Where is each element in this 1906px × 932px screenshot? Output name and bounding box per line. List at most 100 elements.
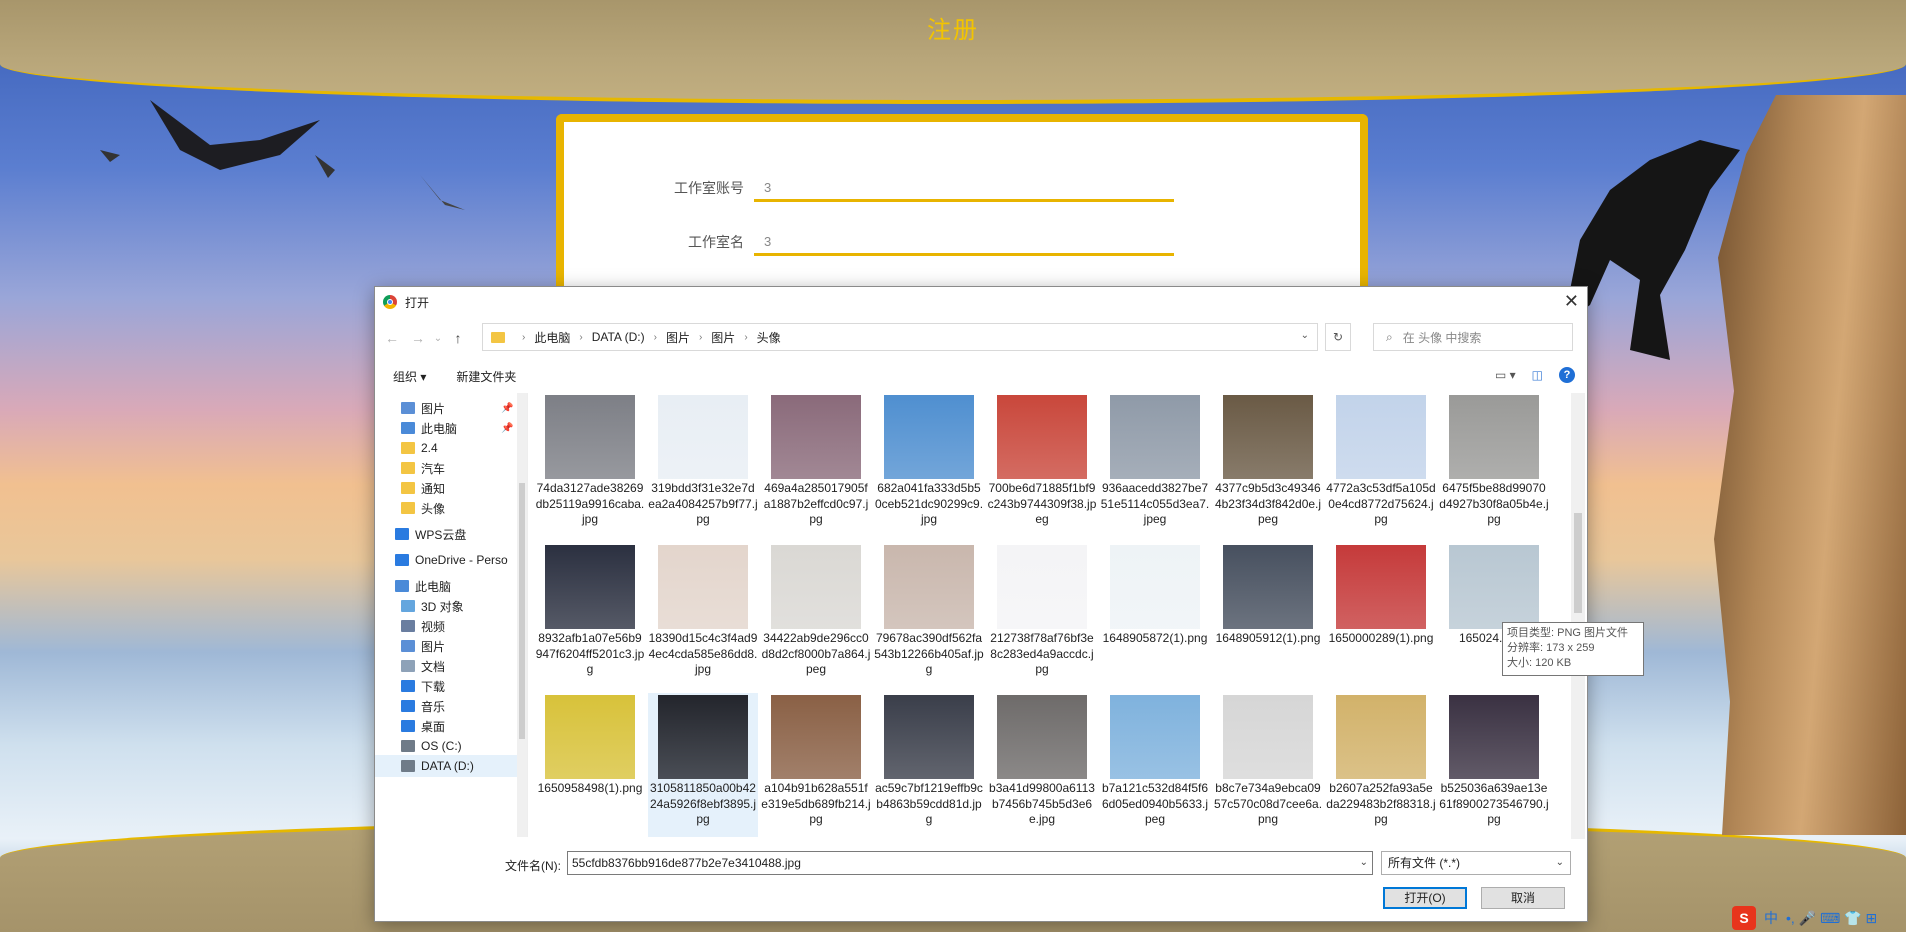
sidebar-item[interactable]: 头像 <box>375 497 527 519</box>
sidebar-item[interactable]: DATA (D:) <box>375 755 527 777</box>
file-name: 1648905872(1).png <box>1102 631 1208 645</box>
filename-input[interactable]: 55cfdb8376bb916de877b2e7e3410488.jpg ⌄ <box>567 851 1373 875</box>
file-name: 79678ac390df562fa543b12266b405af.jpg <box>874 631 984 676</box>
file-item[interactable]: ac59c7bf1219effb9cb4863b59cdd81d.jpg <box>874 693 984 837</box>
file-grid-scrollbar[interactable] <box>1571 393 1585 839</box>
file-item[interactable]: 3105811850a00b4224a5926f8ebf3895.jpg <box>648 693 758 837</box>
computer-icon <box>395 580 409 592</box>
chevron-down-icon[interactable]: ⌄ <box>1360 852 1368 874</box>
sidebar-item[interactable]: 图片 <box>375 635 527 657</box>
navigation-scrollbar[interactable] <box>517 393 527 837</box>
file-item[interactable]: 682a041fa333d5b50ceb521dc90299c9.jpg <box>874 393 984 539</box>
sidebar-item[interactable]: 2.4 <box>375 437 527 459</box>
file-item[interactable]: 1650958498(1).png <box>535 693 645 837</box>
ime-language[interactable]: 中 <box>1764 908 1778 928</box>
sidebar-item[interactable]: 文档 <box>375 655 527 677</box>
dialog-toolbar: 组织 ▾ 新建文件夹 ▭ ▾ ◫ ? <box>375 361 1587 391</box>
back-button[interactable]: ← <box>379 330 405 346</box>
breadcrumb-pictures-2[interactable]: 图片 <box>711 329 735 346</box>
recent-locations-button[interactable]: ⌄ <box>431 333 445 344</box>
file-item[interactable]: a104b91b628a551fe319e5db689fb214.jpg <box>761 693 871 837</box>
file-item[interactable]: 79678ac390df562fa543b12266b405af.jpg <box>874 543 984 689</box>
studio-name-input[interactable]: 3 <box>754 228 1174 256</box>
close-button[interactable]: ✕ <box>1564 291 1579 312</box>
file-item[interactable]: 8932afb1a07e56b9947f6204ff5201c3.jpg <box>535 543 645 689</box>
ime-tools[interactable]: •, 🎤 ⌨ 👕 ⊞ <box>1786 910 1877 927</box>
file-thumbnail <box>1449 545 1539 629</box>
register-form-card: 工作室账号 3 工作室名 3 <box>556 114 1368 302</box>
eagle-birds-illustration <box>100 100 465 210</box>
up-button[interactable]: ↑ <box>445 330 471 346</box>
file-item[interactable]: 4377c9b5d3c493464b23f34d3f842d0e.jpeg <box>1213 393 1323 539</box>
sidebar-item-label: 下载 <box>421 679 446 694</box>
sidebar-item[interactable]: 汽车 <box>375 457 527 479</box>
file-name: 74da3127ade38269db25119a9916caba.jpg <box>535 481 645 526</box>
chevron-down-icon[interactable]: ⌄ <box>1301 330 1309 341</box>
sidebar-item[interactable]: 下载 <box>375 675 527 697</box>
sogou-logo-icon[interactable]: S <box>1732 906 1756 930</box>
file-item[interactable]: b7a121c532d84f5f66d05ed0940b5633.jpeg <box>1100 693 1210 837</box>
file-tooltip: 项目类型: PNG 图片文件 分辨率: 173 x 259 大小: 120 KB <box>1502 622 1644 676</box>
sidebar-item[interactable]: 此电脑 📌 <box>375 417 527 439</box>
file-item[interactable]: 74da3127ade38269db25119a9916caba.jpg <box>535 393 645 539</box>
music-icon <box>401 700 415 712</box>
file-item[interactable]: 6475f5be88d99070d4927b30f8a05b4e.jpg <box>1439 393 1549 539</box>
file-item[interactable]: b2607a252fa93a5eda229483b2f88318.jpg <box>1326 693 1436 837</box>
file-item[interactable]: 212738f78af76bf3e8c283ed4a9accdc.jpg <box>987 543 1097 689</box>
sidebar-item[interactable]: 音乐 <box>375 695 527 717</box>
file-item[interactable]: 18390d15c4c3f4ad94ec4cda585e86dd8.jpg <box>648 543 758 689</box>
file-item[interactable]: 936aacedd3827be751e5114c055d3ea7.jpeg <box>1100 393 1210 539</box>
search-input[interactable]: ⌕ 在 头像 中搜索 <box>1373 323 1573 351</box>
breadcrumb-pictures-1[interactable]: 图片 <box>666 329 690 346</box>
sidebar-item[interactable]: 视频 <box>375 615 527 637</box>
folder-icon <box>401 462 415 474</box>
file-item[interactable]: 1648905872(1).png <box>1100 543 1210 689</box>
file-thumbnail <box>658 545 748 629</box>
view-options-icon[interactable]: ▭ ▾ <box>1495 368 1516 382</box>
address-bar[interactable]: › 此电脑 › DATA (D:) › 图片 › 图片 › 头像 ⌄ <box>482 323 1318 351</box>
file-name: 4772a3c53df5a105d0e4cd8772d75624.jpg <box>1326 481 1436 526</box>
new-folder-button[interactable]: 新建文件夹 <box>456 368 516 385</box>
file-item[interactable]: 319bdd3f31e32e7dea2a4084257b9f77.jpg <box>648 393 758 539</box>
refresh-button[interactable]: ↻ <box>1325 323 1351 351</box>
file-name: 8932afb1a07e56b9947f6204ff5201c3.jpg <box>535 631 645 676</box>
file-name: 212738f78af76bf3e8c283ed4a9accdc.jpg <box>990 631 1094 676</box>
help-icon[interactable]: ? <box>1559 367 1575 383</box>
file-item[interactable]: 700be6d71885f1bf9c243b9744309f38.jpeg <box>987 393 1097 539</box>
file-name: b525036a639ae13e61f8900273546790.jpg <box>1439 781 1549 826</box>
organize-menu[interactable]: 组织 ▾ <box>393 368 426 385</box>
cancel-button[interactable]: 取消 <box>1481 887 1565 909</box>
breadcrumb-data-d[interactable]: DATA (D:) <box>592 330 645 344</box>
file-thumbnail <box>997 395 1087 479</box>
breadcrumb-this-pc[interactable]: 此电脑 <box>534 329 570 346</box>
sidebar-item[interactable]: 通知 <box>375 477 527 499</box>
file-thumbnail <box>545 695 635 779</box>
forward-button[interactable]: → <box>405 330 431 346</box>
sidebar-item[interactable]: WPS云盘 <box>375 523 527 545</box>
file-item[interactable]: b8c7e734a9ebca0957c570c08d7cee6a.png <box>1213 693 1323 837</box>
file-item[interactable]: 1650000289(1).png <box>1326 543 1436 689</box>
file-item[interactable]: b525036a639ae13e61f8900273546790.jpg <box>1439 693 1549 837</box>
preview-pane-icon[interactable]: ◫ <box>1532 368 1543 382</box>
file-item[interactable]: 1648905912(1).png <box>1213 543 1323 689</box>
sidebar-item[interactable]: 3D 对象 <box>375 595 527 617</box>
file-item[interactable]: 469a4a285017905fa1887b2effcd0c97.jpg <box>761 393 871 539</box>
file-name: 936aacedd3827be751e5114c055d3ea7.jpeg <box>1100 481 1210 526</box>
breadcrumb-avatar[interactable]: 头像 <box>757 329 781 346</box>
file-item[interactable]: 34422ab9de296cc0d8d2cf8000b7a864.jpeg <box>761 543 871 689</box>
account-input[interactable]: 3 <box>754 174 1174 202</box>
file-thumbnail <box>658 395 748 479</box>
file-thumbnail <box>1223 545 1313 629</box>
file-type-select[interactable]: 所有文件 (*.*) ⌄ <box>1381 851 1571 875</box>
open-button[interactable]: 打开(O) <box>1383 887 1467 909</box>
file-name: 1650000289(1).png <box>1328 631 1434 645</box>
file-thumbnail <box>658 695 748 779</box>
sidebar-item[interactable]: OneDrive - Perso <box>375 549 527 571</box>
file-item[interactable]: b3a41d99800a6113b7456b745b5d3e6e.jpg <box>987 693 1097 837</box>
sidebar-item[interactable]: 此电脑 <box>375 575 527 597</box>
sidebar-item[interactable]: 图片 📌 <box>375 397 527 419</box>
sidebar-item[interactable]: OS (C:) <box>375 735 527 757</box>
sidebar-item-label: 图片 <box>421 639 446 654</box>
sidebar-item[interactable]: 桌面 <box>375 715 527 737</box>
file-item[interactable]: 4772a3c53df5a105d0e4cd8772d75624.jpg <box>1326 393 1436 539</box>
